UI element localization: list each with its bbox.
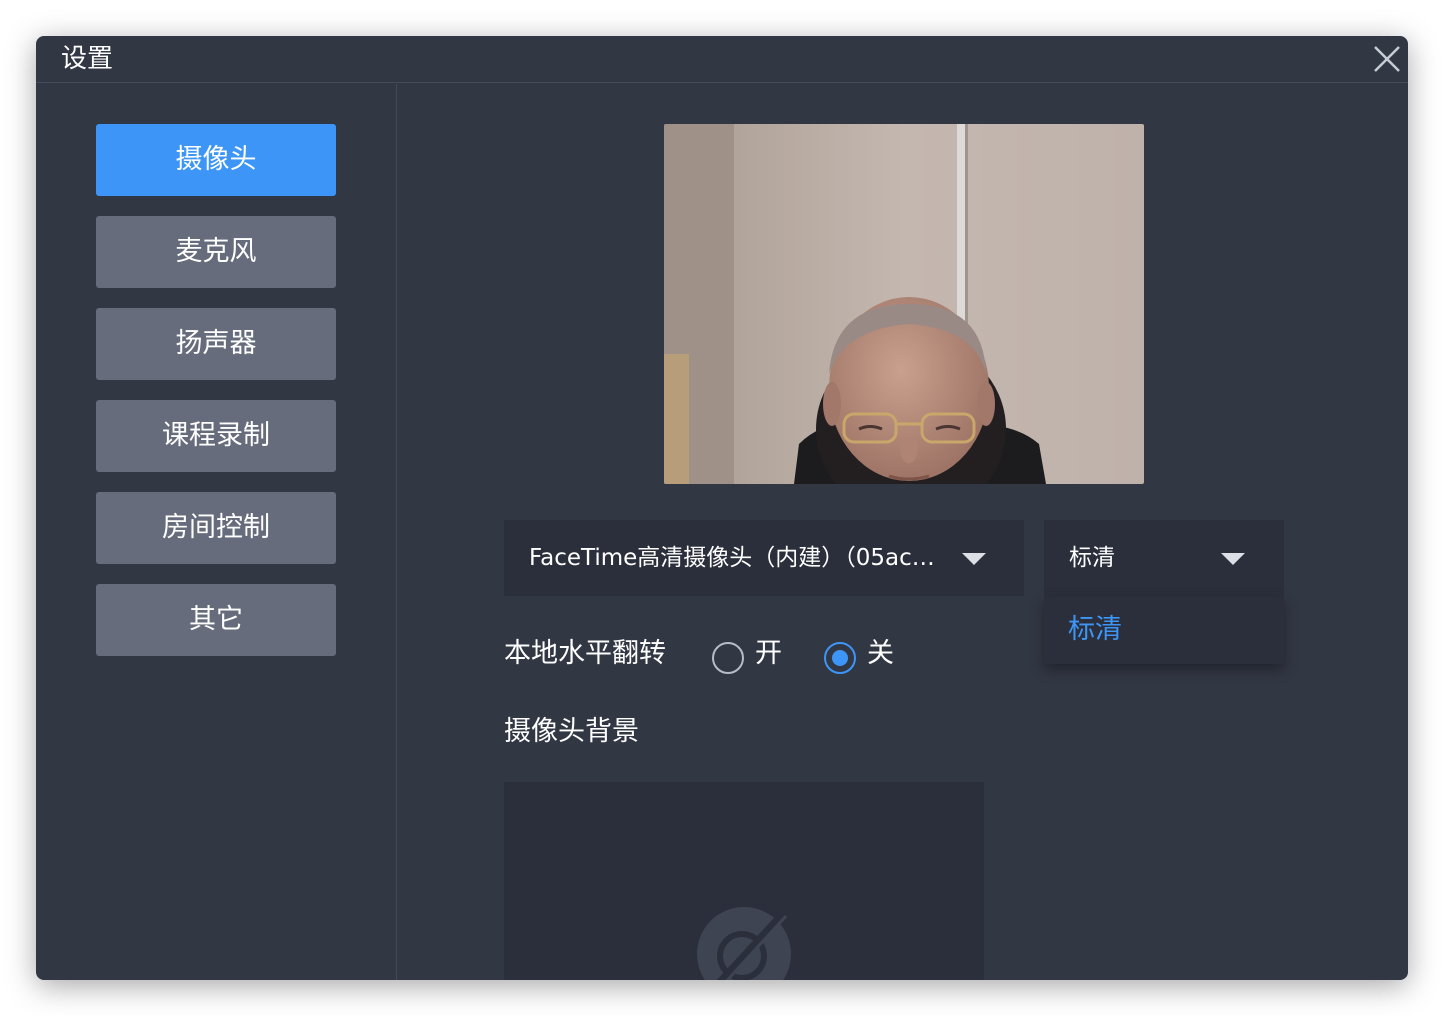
mirror-off-label: 关 (867, 638, 894, 669)
mirror-label: 本地水平翻转 (504, 638, 666, 669)
chevron-down-icon (962, 553, 986, 565)
nav-item-speaker[interactable]: 扬声器 (96, 308, 336, 380)
close-button[interactable] (1370, 42, 1404, 76)
video-quality-select-value: 标清 (1069, 545, 1115, 571)
no-image-icon (697, 907, 791, 980)
camera-background-label: 摄像头背景 (504, 716, 639, 747)
camera-preview-image (664, 124, 1144, 484)
mirror-on-label: 开 (755, 638, 782, 669)
nav-item-microphone[interactable]: 麦克风 (96, 216, 336, 288)
quality-option-sd[interactable]: 标清 (1068, 610, 1122, 650)
window-title: 设置 (61, 44, 114, 74)
close-icon (1374, 46, 1400, 72)
settings-window: 设置 摄像头 麦克风 扬声器 课程录制 房间控制 其它 FaceTime高清摄像… (36, 36, 1408, 980)
settings-sidebar: 摄像头 麦克风 扬声器 课程录制 房间控制 其它 (36, 84, 397, 980)
video-quality-dropdown: 标清 (1044, 596, 1284, 664)
mirror-on-radio[interactable] (712, 642, 744, 674)
video-quality-select[interactable]: 标清 (1044, 520, 1284, 596)
camera-preview (664, 124, 1144, 484)
nav-item-other[interactable]: 其它 (96, 584, 336, 656)
camera-device-select-value: FaceTime高清摄像头（内建）（05ac… (529, 545, 935, 571)
chevron-down-icon (1221, 553, 1245, 565)
nav-item-camera[interactable]: 摄像头 (96, 124, 336, 196)
nav-item-room-control[interactable]: 房间控制 (96, 492, 336, 564)
title-bar: 设置 (36, 36, 1408, 83)
camera-background-panel[interactable] (504, 782, 984, 980)
nav-item-course-recording[interactable]: 课程录制 (96, 400, 336, 472)
camera-device-select[interactable]: FaceTime高清摄像头（内建）（05ac… (504, 520, 1024, 596)
mirror-off-radio[interactable] (824, 642, 856, 674)
